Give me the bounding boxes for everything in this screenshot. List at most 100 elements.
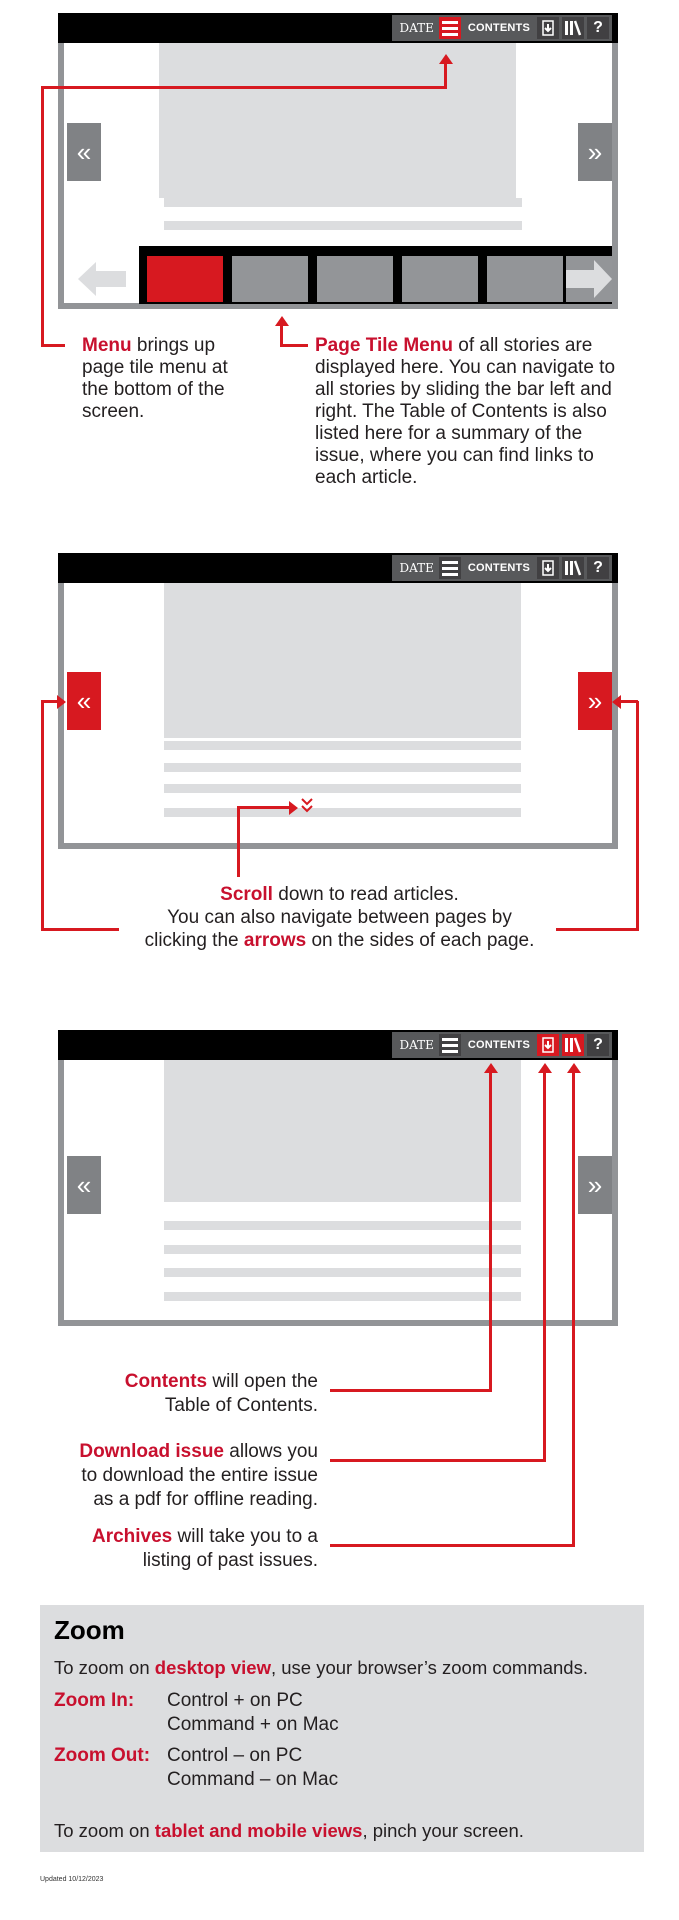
text-line-placeholder [164, 1292, 521, 1301]
help-icon[interactable]: ? [587, 1034, 609, 1056]
contents-callout-text: Contents will open the Table of Contents… [20, 1370, 318, 1418]
date-button[interactable]: DATE [397, 1038, 438, 1052]
toolbar-group: DATE CONTENTS ? [392, 15, 612, 41]
hamburger-menu-icon[interactable] [438, 1034, 461, 1056]
download-issue-icon[interactable] [537, 17, 559, 39]
scroll-callout-text: Scroll down to read articles. You can al… [0, 883, 679, 952]
desktop-post: , use your browser’s zoom commands. [270, 1657, 588, 1678]
page-tile[interactable] [487, 256, 563, 302]
page-tile[interactable] [402, 256, 478, 302]
tile-bar-right-arrow-icon[interactable] [566, 256, 612, 302]
download-callout-line [330, 1459, 546, 1462]
toolbar-group: DATE CONTENTS ? [392, 1032, 612, 1058]
zoom-out-pc: Control – on PC [167, 1745, 303, 1766]
zoom-in-label: Zoom In: [54, 1690, 135, 1711]
contents-button[interactable]: CONTENTS [461, 1039, 537, 1051]
contents-text: will open the [207, 1371, 318, 1392]
archives-callout-text: Archives will take you to a listing of p… [20, 1525, 318, 1573]
scroll-line-3: clicking the arrows on the sides of each… [0, 929, 679, 952]
text-line-placeholder [164, 1245, 521, 1254]
next-page-button[interactable]: » [578, 672, 612, 730]
scroll-text: down to read articles. [272, 884, 459, 905]
menu-highlight: Menu [82, 335, 132, 356]
zoom-out-label: Zoom Out: [54, 1745, 151, 1766]
arrow-right-icon [289, 801, 298, 815]
archives-text: will take you to a [172, 1526, 318, 1547]
zoom-in-mac: Command + on Mac [167, 1714, 339, 1735]
scroll-down-icon[interactable] [301, 798, 313, 814]
page-tile[interactable] [232, 256, 308, 302]
text-line-placeholder [164, 741, 521, 750]
updated-date: Updated 10/12/2023 [40, 1876, 104, 1883]
hamburger-menu-icon[interactable] [438, 17, 461, 39]
next-arrow-callout-line [620, 700, 638, 703]
page-tile[interactable] [317, 256, 393, 302]
reader-toolbar-1: DATE CONTENTS ? [58, 13, 618, 43]
hamburger-menu-icon[interactable] [438, 557, 461, 579]
menu-callout-line [41, 344, 65, 347]
scroll-line-2: You can also navigate between pages by [167, 907, 512, 928]
zoom-in-pc: Control + on PC [167, 1690, 303, 1711]
menu-callout-line [444, 62, 447, 88]
mobile-pre: To zoom on [54, 1820, 155, 1841]
zoom-mobile-line: To zoom on tablet and mobile views, pinc… [54, 1820, 644, 1842]
tile-bar-left-arrow-icon[interactable] [78, 262, 126, 296]
zoom-title: Zoom [54, 1615, 125, 1645]
download-text-2: to download the entire issue [81, 1465, 318, 1486]
arrows-post: on the sides of each page. [306, 930, 535, 951]
contents-highlight: Contents [124, 1371, 208, 1392]
next-page-button[interactable]: » [578, 123, 612, 181]
download-callout-line [543, 1073, 546, 1461]
download-callout-text: Download issue allows you to download th… [20, 1440, 318, 1512]
mobile-post: , pinch your screen. [362, 1820, 524, 1841]
arrow-up-icon [567, 1063, 581, 1073]
scroll-callout-line [237, 807, 240, 877]
archives-books-icon[interactable] [562, 17, 584, 39]
page-tile[interactable] [147, 256, 223, 302]
zoom-out-mac: Command – on Mac [167, 1769, 339, 1790]
reader-toolbar-3: DATE CONTENTS ? [58, 1030, 618, 1060]
archives-books-icon[interactable] [562, 1034, 584, 1056]
reader-toolbar-2: DATE CONTENTS ? [58, 553, 618, 583]
help-icon[interactable]: ? [587, 17, 609, 39]
menu-callout-line [41, 86, 447, 89]
text-line-placeholder [164, 763, 521, 772]
zoom-info-box: Zoom To zoom on desktop view, use your b… [40, 1605, 644, 1852]
mobile-highlight: tablet and mobile views [154, 1820, 363, 1841]
prev-page-button[interactable]: « [67, 123, 101, 181]
desktop-pre: To zoom on [54, 1657, 155, 1678]
prev-page-button[interactable]: « [67, 672, 101, 730]
next-page-button[interactable]: » [578, 1156, 612, 1214]
download-highlight: Download issue [79, 1441, 224, 1462]
contents-callout-line [330, 1389, 492, 1392]
scroll-callout-line [237, 806, 291, 809]
contents-callout-line [489, 1073, 492, 1391]
text-line-placeholder [164, 784, 521, 793]
date-button[interactable]: DATE [397, 561, 438, 575]
archives-books-icon[interactable] [562, 557, 584, 579]
download-text-3: as a pdf for offline reading. [93, 1489, 318, 1510]
arrows-pre: clicking the [144, 930, 244, 951]
help-icon[interactable]: ? [587, 557, 609, 579]
archives-highlight: Archives [91, 1526, 173, 1547]
page-tile-description: of all stories are displayed here. You c… [315, 335, 616, 488]
download-issue-icon[interactable] [537, 1034, 559, 1056]
contents-button[interactable]: CONTENTS [461, 562, 537, 574]
prev-page-button[interactable]: « [67, 1156, 101, 1214]
arrows-highlight: arrows [243, 930, 307, 951]
scroll-highlight: Scroll [220, 884, 273, 905]
date-button[interactable]: DATE [397, 21, 438, 35]
tile-callout-line [280, 344, 308, 347]
scroll-line-1: Scroll down to read articles. [0, 883, 679, 906]
contents-button[interactable]: CONTENTS [461, 22, 537, 34]
download-issue-icon[interactable] [537, 557, 559, 579]
text-line-placeholder [164, 1268, 521, 1277]
article-image-placeholder [164, 1060, 521, 1202]
archives-callout-line [330, 1544, 575, 1547]
download-text: allows you [224, 1441, 318, 1462]
arrow-left-icon [612, 695, 621, 709]
page-tile-highlight: Page Tile Menu [315, 335, 453, 356]
arrow-right-icon [57, 695, 66, 709]
archives-callout-line [572, 1073, 575, 1546]
text-line-placeholder [164, 808, 521, 817]
